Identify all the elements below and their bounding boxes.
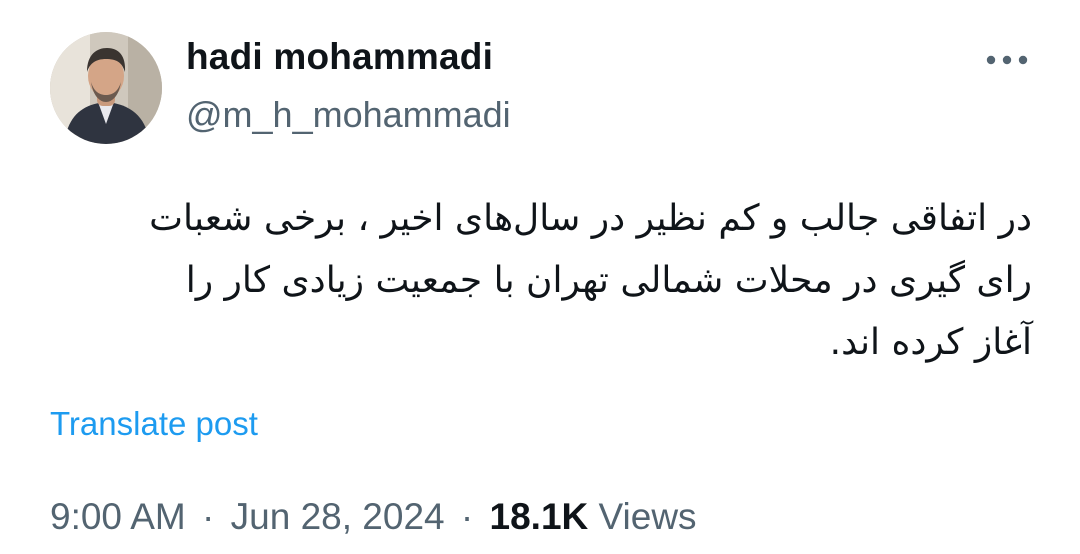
- views-label: Views: [598, 496, 697, 537]
- meta-separator: ·: [460, 496, 474, 537]
- author-handle[interactable]: @m_h_mohammadi: [186, 94, 511, 136]
- post-metadata: 9:00 AM · Jun 28, 2024 · 18.1K Views: [50, 496, 697, 538]
- post-text-line: رای گیری در محلات شمالی تهران با جمعیت ز…: [185, 260, 1032, 301]
- post-time[interactable]: 9:00 AM: [50, 496, 186, 537]
- more-horizontal-icon[interactable]: [982, 48, 1032, 72]
- meta-separator: ·: [202, 496, 215, 537]
- views-count[interactable]: 18.1K: [490, 496, 589, 537]
- avatar[interactable]: [50, 32, 162, 144]
- post-date[interactable]: Jun 28, 2024: [231, 496, 445, 537]
- translate-post-link[interactable]: Translate post: [50, 405, 258, 443]
- post-text: در اتفاقی جالب و کم نظیر در سال‌های اخیر…: [48, 188, 1032, 374]
- post-text-line: در اتفاقی جالب و کم نظیر در سال‌های اخیر…: [149, 198, 1032, 239]
- post-text-line: آغاز کرده اند.: [829, 322, 1032, 363]
- author-display-name[interactable]: hadi mohammadi: [186, 36, 493, 78]
- profile-photo-icon: [50, 32, 162, 144]
- post-card: hadi mohammadi @m_h_mohammadi در اتفاقی …: [0, 0, 1080, 554]
